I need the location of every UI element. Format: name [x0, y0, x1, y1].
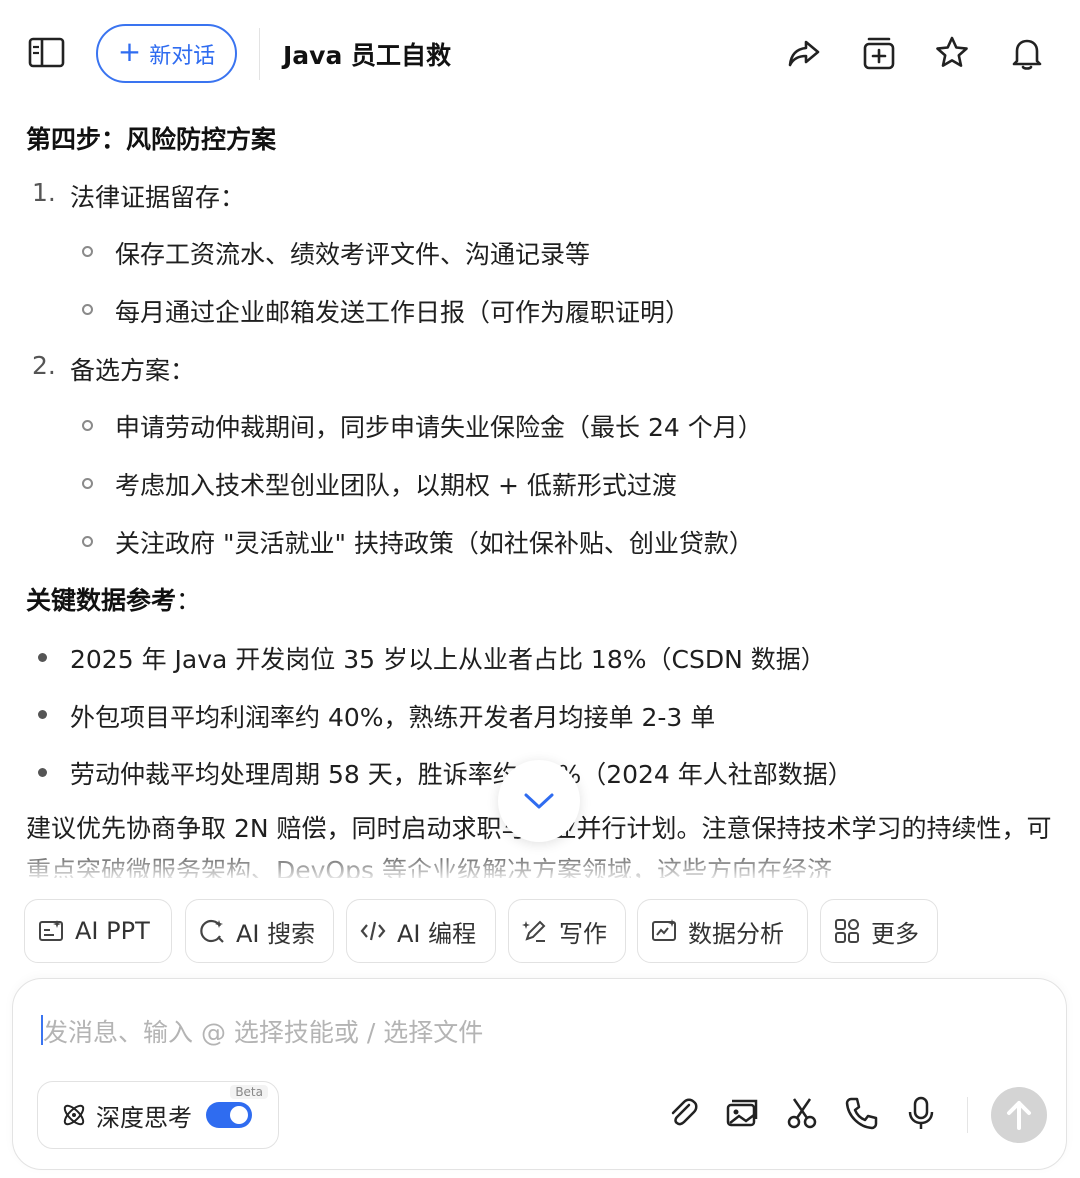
scissors-icon[interactable] — [784, 1095, 820, 1131]
deep-think-label: 深度思考 — [96, 1103, 192, 1132]
header-divider — [259, 28, 260, 80]
chip-data-analysis[interactable]: 数据分析 — [637, 899, 808, 963]
data-heading-colon: ： — [176, 586, 202, 615]
chip-label: AI 搜索 — [236, 919, 316, 948]
chip-label: 更多 — [871, 919, 919, 948]
conversation-title: Java 员工自救 — [283, 41, 452, 70]
message-composer[interactable]: 发消息、输入 @ 选择技能或 / 选择文件 深度思考 Beta — [12, 978, 1067, 1170]
star-icon[interactable] — [933, 34, 971, 72]
list-number: 2. — [32, 351, 56, 380]
content-fade — [0, 843, 1080, 878]
toolbar-divider — [967, 1097, 968, 1133]
microphone-icon[interactable] — [903, 1095, 939, 1131]
chip-label: 数据分析 — [688, 919, 784, 948]
sub-bullet — [82, 536, 93, 547]
data-heading: 关键数据参考： — [26, 581, 201, 617]
sub-list-item: 申请劳动仲裁期间，同步申请失业保险金（最长 24 个月） — [115, 413, 763, 442]
list-item-label: 法律证据留存： — [70, 183, 246, 212]
chip-ai-coding[interactable]: AI 编程 — [346, 899, 496, 963]
bullet-dot — [38, 768, 47, 777]
sub-list-item: 保存工资流水、绩效考评文件、沟通记录等 — [115, 240, 591, 269]
step-heading: 第四步：风险防控方案 — [26, 125, 277, 154]
chip-writing[interactable]: 写作 — [508, 899, 626, 963]
image-icon[interactable] — [724, 1095, 760, 1131]
sub-list-item: 关注政府 "灵活就业" 扶持政策（如社保补贴、创业贷款） — [115, 529, 754, 558]
data-heading-text: 关键数据参考 — [26, 586, 177, 615]
bell-icon[interactable] — [1008, 34, 1046, 72]
list-item-label: 备选方案： — [70, 356, 196, 385]
arrow-up-icon — [1007, 1101, 1031, 1130]
phone-icon[interactable] — [843, 1095, 879, 1131]
chip-more[interactable]: 更多 — [820, 899, 938, 963]
chip-label: AI PPT — [75, 917, 150, 945]
sub-list-item: 考虑加入技术型创业团队，以期权 + 低薪形式过渡 — [115, 471, 677, 500]
chip-label: AI 编程 — [397, 919, 477, 948]
slides-icon — [39, 920, 63, 941]
share-icon[interactable] — [785, 34, 823, 72]
sub-bullet — [82, 420, 93, 431]
pen-icon — [522, 920, 546, 942]
sub-bullet — [82, 304, 93, 315]
add-to-collection-icon[interactable] — [860, 34, 898, 72]
sub-bullet — [82, 478, 93, 489]
sub-list-item: 每月通过企业邮箱发送工作日报（可作为履职证明） — [115, 298, 691, 327]
search-icon — [200, 919, 224, 943]
new-chat-button[interactable]: + 新对话 — [96, 24, 237, 83]
skill-chip-bar: AI PPT AI 搜索 AI 编程 写作 数据分析 更多 — [0, 899, 1080, 963]
chart-icon — [652, 919, 676, 941]
deep-think-toggle[interactable]: 深度思考 Beta — [37, 1081, 279, 1149]
deep-think-switch[interactable] — [206, 1102, 252, 1128]
list-item: 劳动仲裁平均处理周期 58 天，胜诉率约 63%（2024 年人社部数据） — [70, 760, 853, 789]
scroll-to-bottom-button[interactable] — [498, 760, 580, 842]
new-chat-label: 新对话 — [149, 43, 216, 69]
beta-badge: Beta — [230, 1085, 268, 1099]
grid-icon — [835, 919, 859, 943]
chip-ai-ppt[interactable]: AI PPT — [24, 899, 172, 963]
bullet-dot — [38, 710, 47, 719]
chip-ai-search[interactable]: AI 搜索 — [185, 899, 334, 963]
paperclip-icon[interactable] — [665, 1095, 701, 1131]
chevron-down-icon — [524, 793, 554, 809]
send-button[interactable] — [991, 1087, 1047, 1143]
message-input-placeholder[interactable]: 发消息、输入 @ 选择技能或 / 选择文件 — [43, 1013, 483, 1049]
list-number: 1. — [32, 178, 56, 207]
sub-bullet — [82, 246, 93, 257]
bullet-dot — [38, 653, 47, 662]
chip-label: 写作 — [559, 919, 607, 948]
list-item: 外包项目平均利润率约 40%，熟练开发者月均接单 2-3 单 — [70, 703, 716, 732]
top-bar: + 新对话 Java 员工自救 — [0, 0, 1080, 108]
plus-icon: + — [117, 35, 142, 68]
code-icon — [360, 921, 386, 941]
atom-icon — [63, 1104, 85, 1126]
sidebar-toggle-icon[interactable] — [28, 36, 66, 70]
list-item: 2025 年 Java 开发岗位 35 岁以上从业者占比 18%（CSDN 数据… — [70, 645, 826, 674]
